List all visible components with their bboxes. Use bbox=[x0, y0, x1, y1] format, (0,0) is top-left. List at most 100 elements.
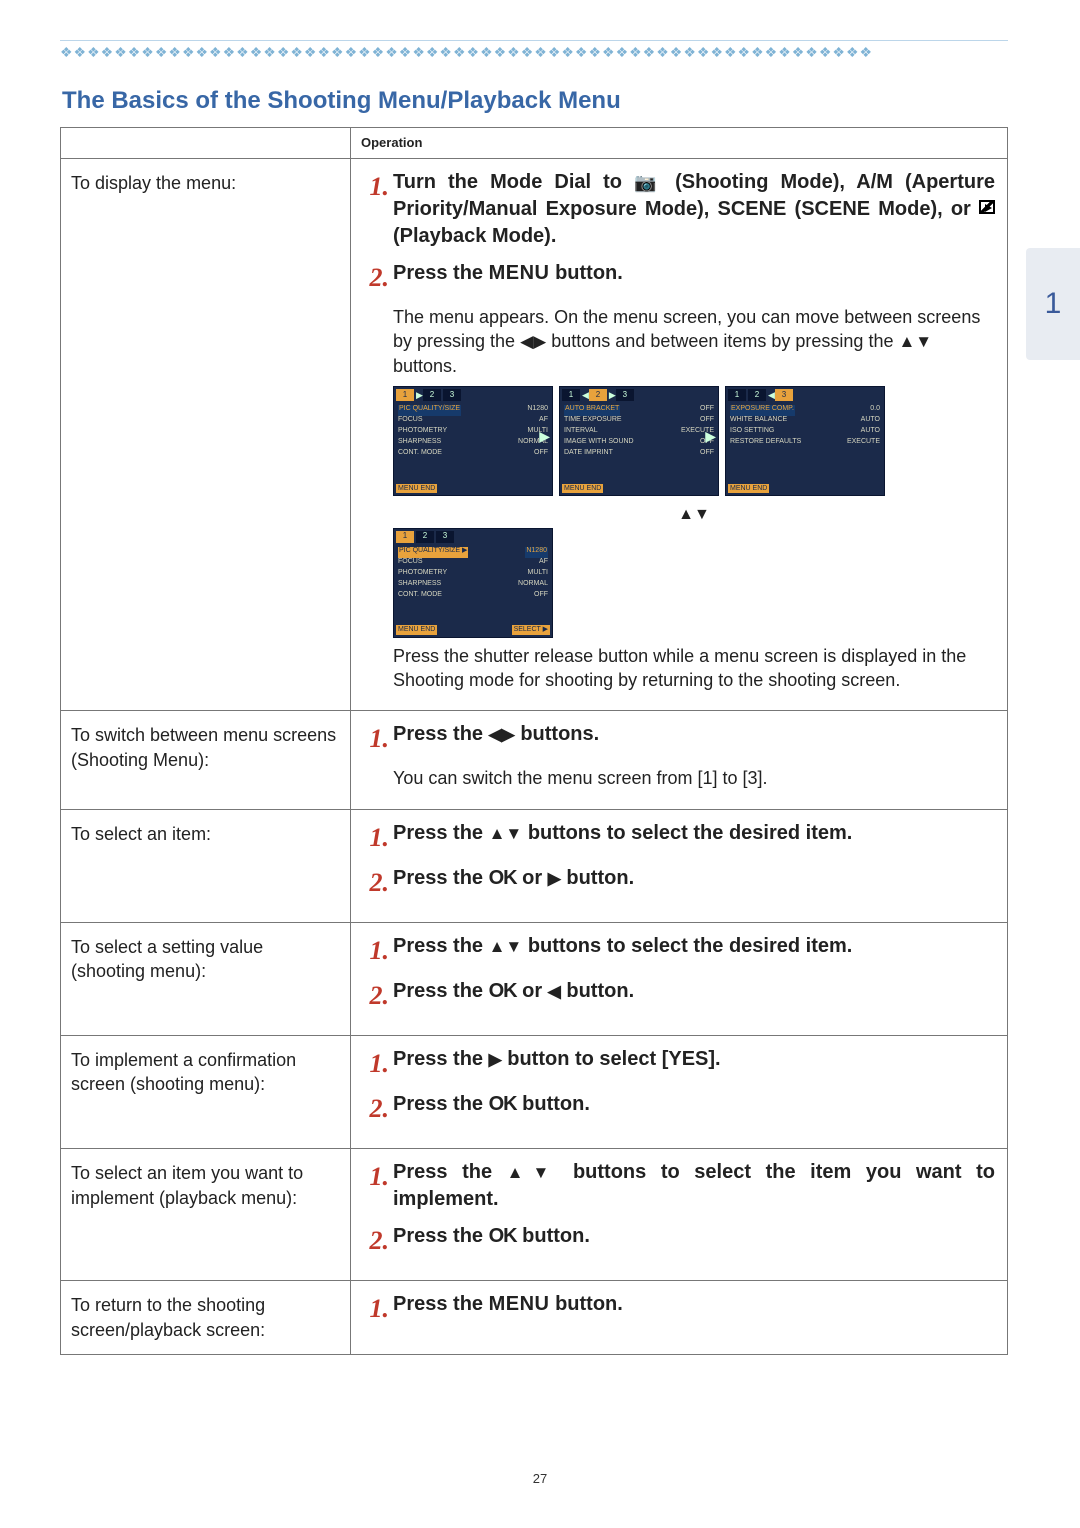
left-right-arrows-icon: ◀▶ bbox=[489, 725, 515, 744]
step-number: 2. bbox=[363, 1223, 389, 1258]
right-arrow-icon: ▶ bbox=[416, 389, 423, 403]
menu-value: OFF bbox=[534, 591, 548, 602]
menu-item: PHOTOMETRY bbox=[398, 427, 447, 438]
menu-screenshot-2: 1 ◀ 2 ▶ 3 AUTO BRACKETOFF TIME EXPOSUREO… bbox=[559, 386, 719, 496]
step-text: Press the bbox=[393, 262, 489, 284]
step-text: Press the bbox=[393, 867, 489, 889]
menu-value: AUTO bbox=[861, 427, 880, 438]
step-number: 1. bbox=[363, 169, 389, 250]
menu-item: EXPOSURE COMP. bbox=[730, 405, 795, 416]
menu-item: TIME EXPOSURE bbox=[564, 416, 622, 427]
right-arrow-icon: ▶ bbox=[609, 389, 616, 403]
step-text: Press the bbox=[393, 822, 489, 844]
menu-item: FOCUS bbox=[398, 558, 423, 569]
section-title: The Basics of the Shooting Menu/Playback… bbox=[60, 87, 1008, 115]
step-number: 1. bbox=[363, 820, 389, 855]
row-label: To select a setting value (shooting menu… bbox=[61, 922, 351, 1035]
up-down-arrows-icon: ▲▼ bbox=[393, 504, 995, 526]
paragraph: Press the shutter release button while a… bbox=[393, 644, 995, 693]
menu-value: AF bbox=[539, 416, 548, 427]
tab: 2 bbox=[748, 389, 766, 401]
menu-item: SHARPNESS bbox=[398, 580, 441, 591]
step-text: Press the bbox=[393, 1293, 489, 1315]
footer-label: MENU END bbox=[728, 484, 769, 493]
step-number: 1. bbox=[363, 721, 389, 756]
menu-screenshot-1: 1 ▶ 2 3 PIC QUALITY/SIZEN1280 FOCUSAF PH… bbox=[393, 386, 553, 496]
step-text: Press the bbox=[393, 935, 489, 957]
menu-label: MENU bbox=[489, 262, 550, 284]
menu-item: CONT. MODE bbox=[398, 449, 442, 460]
row-operation: 1. Turn the Mode Dial to 📷 (Shooting Mod… bbox=[351, 158, 1008, 711]
step-text: Press the bbox=[393, 1225, 489, 1247]
row-label: To return to the shooting screen/playbac… bbox=[61, 1281, 351, 1355]
left-arrow-icon: ◀ bbox=[582, 389, 589, 403]
tab: 2 bbox=[423, 389, 441, 401]
menu-item: CONT. MODE bbox=[398, 591, 442, 602]
menu-value: N1280 bbox=[525, 547, 548, 558]
chapter-tab-indicator: 1 bbox=[1026, 248, 1080, 360]
menu-value: MULTI bbox=[528, 569, 548, 580]
table-row: To select a setting value (shooting menu… bbox=[61, 922, 1008, 1035]
ok-label: OK bbox=[489, 1093, 517, 1115]
tab: 1 bbox=[562, 389, 580, 401]
right-arrow-icon: ▶ bbox=[548, 869, 561, 888]
up-down-arrows-icon: ▲▼ bbox=[489, 937, 523, 956]
row-operation: 1. Press the ▶ button to select [YES]. 2… bbox=[351, 1036, 1008, 1149]
step-text: or bbox=[522, 867, 548, 889]
menu-item: AUTO BRACKET bbox=[564, 405, 620, 416]
ok-label: OK bbox=[489, 980, 517, 1002]
up-down-arrows-icon: ▲▼ bbox=[507, 1163, 559, 1182]
paragraph: The menu appears. On the menu screen, yo… bbox=[393, 305, 995, 379]
menu-item: PIC QUALITY/SIZE bbox=[398, 405, 461, 416]
footer-label: MENU END bbox=[396, 625, 437, 634]
menu-screenshots-row: 1 ▶ 2 3 PIC QUALITY/SIZEN1280 FOCUSAF PH… bbox=[393, 386, 995, 496]
menu-screenshot-3: 1 2 ◀ 3 EXPOSURE COMP.0.0 WHITE BALANCEA… bbox=[725, 386, 885, 496]
decorative-diamond-bar: ❖❖❖❖❖❖❖❖❖❖❖❖❖❖❖❖❖❖❖❖❖❖❖❖❖❖❖❖❖❖❖❖❖❖❖❖❖❖❖❖… bbox=[60, 40, 1008, 61]
menu-value: NORMAL bbox=[518, 580, 548, 591]
step-text: Press the bbox=[393, 1093, 489, 1115]
header-blank bbox=[61, 128, 351, 159]
camera-icon: 📷 bbox=[634, 172, 663, 192]
table-row: To display the menu: 1. Turn the Mode Di… bbox=[61, 158, 1008, 711]
menu-value: AUTO bbox=[861, 416, 880, 427]
row-operation: 1. Press the ▲▼ buttons to select the de… bbox=[351, 809, 1008, 922]
playback-icon bbox=[979, 200, 995, 214]
step-text: button to select [YES]. bbox=[507, 1048, 720, 1070]
menu-item: FOCUS bbox=[398, 416, 423, 427]
row-operation: 1. Press the ◀▶ buttons. You can switch … bbox=[351, 711, 1008, 809]
ok-label: OK bbox=[489, 1225, 517, 1247]
menu-value: EXECUTE bbox=[847, 438, 880, 449]
row-label: To display the menu: bbox=[61, 158, 351, 711]
text: buttons. bbox=[393, 356, 457, 376]
text: buttons and between items by pressing th… bbox=[551, 331, 898, 351]
step-text: button. bbox=[522, 1225, 590, 1247]
menu-item: ISO SETTING bbox=[730, 427, 774, 438]
step-text: buttons to select the desired item. bbox=[528, 935, 853, 957]
step-text: Turn the Mode Dial to bbox=[393, 171, 634, 193]
step-text: button. bbox=[555, 262, 623, 284]
step-number: 2. bbox=[363, 865, 389, 900]
right-arrow-icon: ▶ bbox=[489, 1050, 502, 1069]
tab: 1 bbox=[728, 389, 746, 401]
menu-item: RESTORE DEFAULTS bbox=[730, 438, 801, 449]
ok-label: OK bbox=[489, 867, 517, 889]
footer-label: MENU END bbox=[396, 484, 437, 493]
step-text: Press the bbox=[393, 1048, 489, 1070]
row-label: To implement a confirmation screen (shoo… bbox=[61, 1036, 351, 1149]
step-text: Press the bbox=[393, 980, 489, 1002]
table-row: To implement a confirmation screen (shoo… bbox=[61, 1036, 1008, 1149]
row-operation: 1. Press the ▲▼ buttons to select the it… bbox=[351, 1149, 1008, 1281]
menu-item: PIC QUALITY/SIZE ▶ bbox=[398, 547, 468, 558]
step-text: buttons. bbox=[520, 723, 599, 745]
step-text: button. bbox=[555, 1293, 623, 1315]
table-row: To return to the shooting screen/playbac… bbox=[61, 1281, 1008, 1355]
step-number: 1. bbox=[363, 1046, 389, 1081]
up-down-arrows-icon: ▲▼ bbox=[489, 824, 523, 843]
page: ❖❖❖❖❖❖❖❖❖❖❖❖❖❖❖❖❖❖❖❖❖❖❖❖❖❖❖❖❖❖❖❖❖❖❖❖❖❖❖❖… bbox=[0, 0, 1080, 1528]
footer-label: MENU END bbox=[562, 484, 603, 493]
up-down-arrows-icon: ▲▼ bbox=[898, 332, 932, 351]
header-operation: Operation bbox=[351, 128, 1008, 159]
tab: 3 bbox=[616, 389, 634, 401]
right-arrow-icon: ▶ bbox=[539, 427, 550, 446]
row-label: To switch between menu screens (Shooting… bbox=[61, 711, 351, 809]
